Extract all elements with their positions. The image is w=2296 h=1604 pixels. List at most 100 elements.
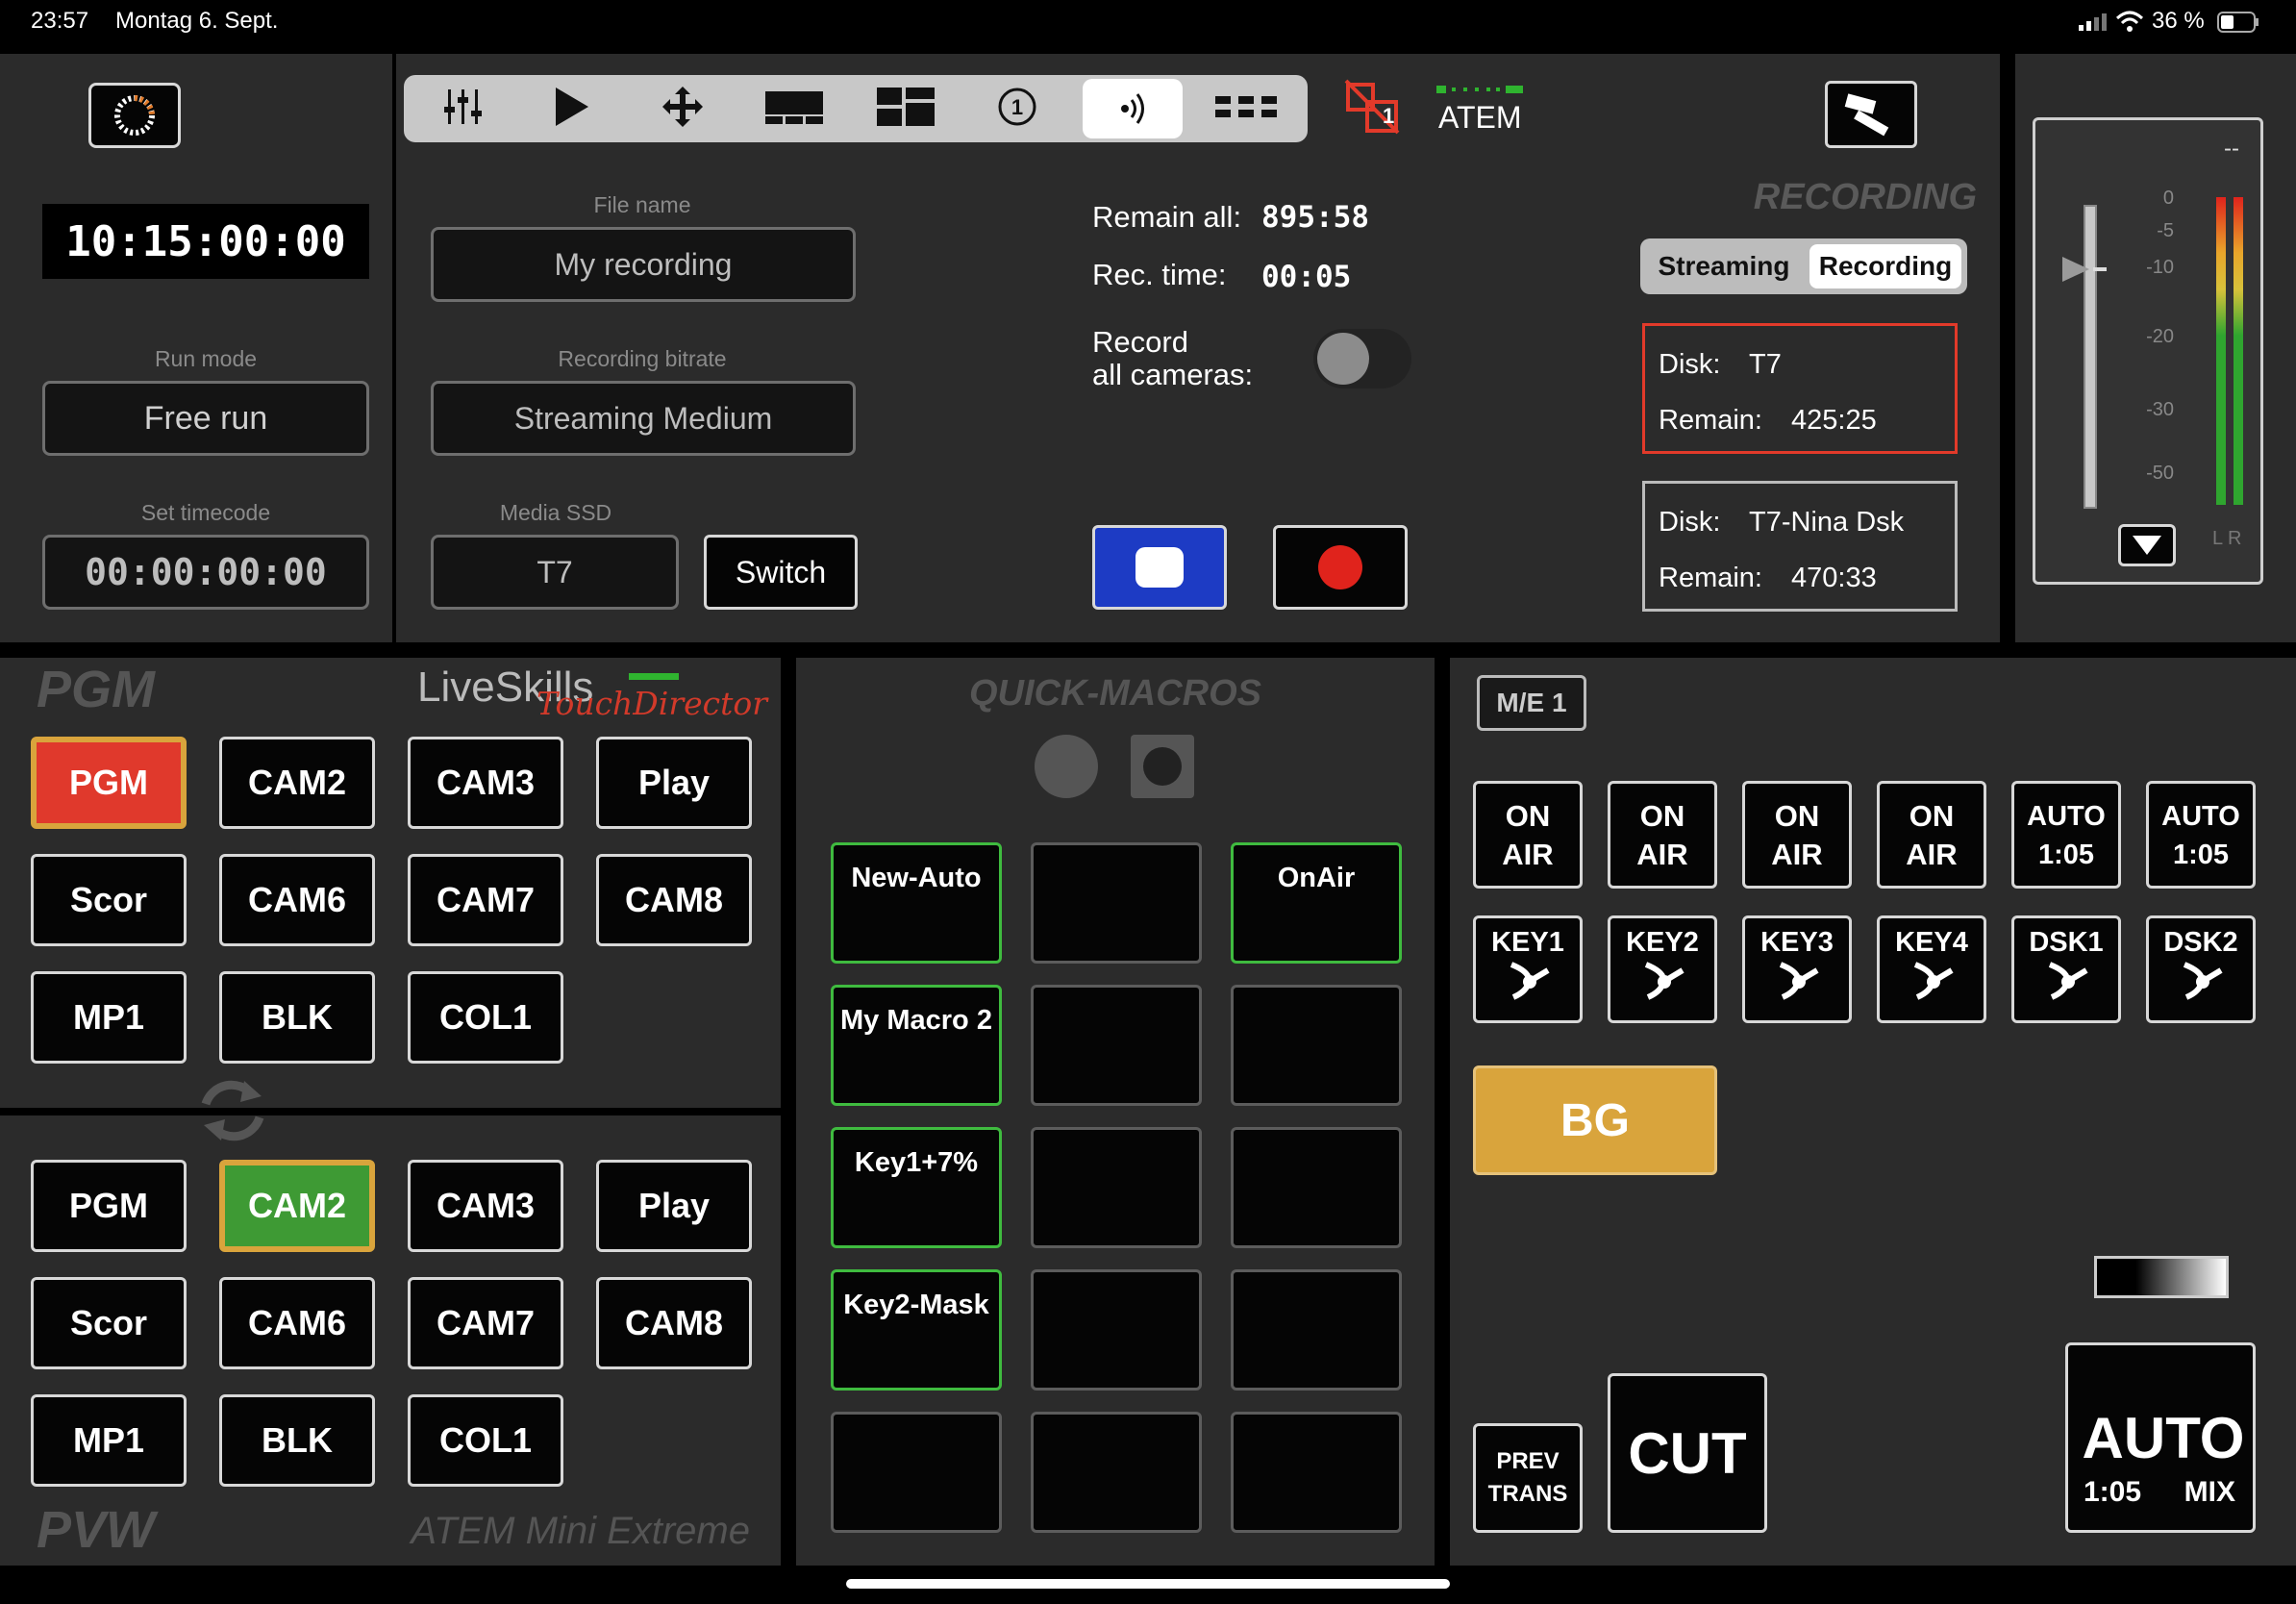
disk1-name: T7 bbox=[1749, 349, 1782, 380]
cut-button[interactable]: CUT bbox=[1608, 1373, 1767, 1533]
keyer-on-air-button[interactable]: ON AIR bbox=[1608, 781, 1717, 889]
pvw-source-cam3[interactable]: CAM3 bbox=[408, 1160, 563, 1252]
pgm-source-mp1[interactable]: MP1 bbox=[31, 971, 187, 1064]
bg-button[interactable]: BG bbox=[1473, 1065, 1717, 1175]
keyer-auto-button[interactable]: AUTO 1:05 bbox=[2146, 781, 2256, 889]
more-dots-icon[interactable] bbox=[1194, 75, 1300, 138]
keyer-key3-button[interactable]: KEY3 bbox=[1742, 915, 1852, 1023]
pvw-source-col1[interactable]: COL1 bbox=[408, 1394, 563, 1487]
mixer-sliders-icon[interactable] bbox=[415, 75, 512, 138]
keyer-on-air-button[interactable]: ON AIR bbox=[1742, 781, 1852, 889]
switch-media-button[interactable]: Switch bbox=[704, 535, 858, 610]
db-50: -50 bbox=[2146, 463, 2174, 484]
pvw-source-cam2-active[interactable]: CAM2 bbox=[219, 1160, 375, 1252]
media-ssd-field[interactable]: T7 bbox=[431, 535, 679, 610]
timecode-display: 10:15:00:00 bbox=[42, 204, 369, 279]
stream-broadcast-icon[interactable] bbox=[1083, 79, 1183, 138]
pvw-source-play[interactable]: Play bbox=[596, 1160, 752, 1252]
macro-empty-slot[interactable] bbox=[1031, 842, 1202, 964]
macro-key1-7-[interactable]: Key1+7% bbox=[831, 1127, 1002, 1248]
macro-empty-slot[interactable] bbox=[1031, 985, 1202, 1106]
record-button[interactable] bbox=[1273, 525, 1408, 610]
keyer-transition-icon bbox=[1476, 961, 1580, 1012]
file-name-input[interactable]: My recording bbox=[431, 227, 856, 302]
macro-empty-slot[interactable] bbox=[1031, 1412, 1202, 1533]
pvw-source-cam6[interactable]: CAM6 bbox=[219, 1277, 375, 1369]
keyer-transition-icon bbox=[2014, 961, 2118, 1012]
macro-empty-slot[interactable] bbox=[1231, 985, 1402, 1106]
switcher-name: ATEM bbox=[1438, 100, 1522, 135]
macro-empty-slot[interactable] bbox=[831, 1412, 1002, 1533]
keyer-transition-icon bbox=[2149, 961, 2253, 1012]
pvw-source-blk[interactable]: BLK bbox=[219, 1394, 375, 1487]
pvw-source-cam8[interactable]: CAM8 bbox=[596, 1277, 752, 1369]
macro-empty-slot[interactable] bbox=[1231, 1127, 1402, 1248]
disk-card-2[interactable]: Disk: T7-Nina Dsk Remain: 470:33 bbox=[1642, 481, 1958, 612]
disk2-name: T7-Nina Dsk bbox=[1749, 507, 1905, 538]
stop-button[interactable] bbox=[1092, 525, 1227, 610]
macro-empty-slot[interactable] bbox=[1031, 1269, 1202, 1391]
tools-button[interactable] bbox=[1825, 81, 1917, 148]
button-line-2: AIR bbox=[1906, 838, 1958, 871]
me-select-button[interactable]: M/E 1 bbox=[1477, 675, 1586, 731]
tab-streaming[interactable]: Streaming bbox=[1646, 244, 1802, 288]
keyer-label: KEY2 bbox=[1626, 927, 1699, 958]
set-timecode-field[interactable]: 00:00:00:00 bbox=[42, 535, 369, 610]
tab-recording[interactable]: Recording bbox=[1809, 244, 1961, 288]
switcher-connection-button[interactable]: 1 bbox=[1342, 77, 1411, 137]
pvw-source-cam7[interactable]: CAM7 bbox=[408, 1277, 563, 1369]
db-10: -10 bbox=[2146, 257, 2174, 278]
pvw-source-pgm[interactable]: PGM bbox=[31, 1160, 187, 1252]
pgm-source-cam7[interactable]: CAM7 bbox=[408, 854, 563, 946]
pgm-source-col1[interactable]: COL1 bbox=[408, 971, 563, 1064]
record-all-toggle[interactable] bbox=[1313, 329, 1411, 388]
play-icon[interactable] bbox=[523, 75, 619, 138]
keyer-auto-button[interactable]: AUTO 1:05 bbox=[2011, 781, 2121, 889]
keyer-on-air-button[interactable]: ON AIR bbox=[1877, 781, 1986, 889]
remain-all-label: Remain all: bbox=[1092, 200, 1242, 234]
keyer-dsk2-button[interactable]: DSK2 bbox=[2146, 915, 2256, 1023]
keyer-key1-button[interactable]: KEY1 bbox=[1473, 915, 1583, 1023]
keyer-key4-button[interactable]: KEY4 bbox=[1877, 915, 1986, 1023]
keyer-label: KEY1 bbox=[1491, 927, 1564, 958]
macro-record-button[interactable] bbox=[1035, 735, 1098, 798]
keyer-on-air-button[interactable]: ON AIR bbox=[1473, 781, 1583, 889]
timecode-settings-button[interactable] bbox=[88, 83, 181, 148]
audio-expand-button[interactable] bbox=[2118, 524, 2176, 566]
layout-grid-icon[interactable] bbox=[858, 75, 954, 138]
pgm-source-scor[interactable]: Scor bbox=[31, 854, 187, 946]
macro-empty-slot[interactable] bbox=[1231, 1412, 1402, 1533]
bitrate-select[interactable]: Streaming Medium bbox=[431, 381, 856, 456]
keyer-key2-button[interactable]: KEY2 bbox=[1608, 915, 1717, 1023]
macro-new-auto[interactable]: New-Auto bbox=[831, 842, 1002, 964]
macro-onair[interactable]: OnAir bbox=[1231, 842, 1402, 964]
swap-pgm-pvw-button[interactable] bbox=[194, 1075, 271, 1146]
macro-empty-slot[interactable] bbox=[1231, 1269, 1402, 1391]
pvw-title: PVW bbox=[37, 1501, 156, 1559]
pgm-source-cam3[interactable]: CAM3 bbox=[408, 737, 563, 829]
move-arrows-icon[interactable] bbox=[635, 75, 731, 138]
macro-empty-slot[interactable] bbox=[1031, 1127, 1202, 1248]
macro-my-macro-2[interactable]: My Macro 2 bbox=[831, 985, 1002, 1106]
prev-trans-button[interactable]: PREV TRANS bbox=[1473, 1423, 1583, 1533]
pvw-source-scor[interactable]: Scor bbox=[31, 1277, 187, 1369]
pgm-source-play[interactable]: Play bbox=[596, 737, 752, 829]
pgm-source-pgm-active[interactable]: PGM bbox=[31, 737, 187, 829]
multiview-icon[interactable] bbox=[746, 75, 842, 138]
pgm-title: PGM bbox=[37, 661, 156, 718]
run-mode-select[interactable]: Free run bbox=[42, 381, 369, 456]
number-one-icon[interactable]: 1 bbox=[969, 75, 1065, 138]
pgm-source-cam8[interactable]: CAM8 bbox=[596, 854, 752, 946]
fader-handle[interactable] bbox=[2060, 255, 2109, 284]
auto-button[interactable]: AUTO 1:05 MIX bbox=[2065, 1342, 2256, 1533]
disk-card-1[interactable]: Disk: T7 Remain: 425:25 bbox=[1642, 323, 1958, 454]
transition-preview-slider[interactable] bbox=[2094, 1256, 2229, 1298]
macro-stop-button[interactable] bbox=[1131, 735, 1194, 798]
pgm-source-cam2[interactable]: CAM2 bbox=[219, 737, 375, 829]
pvw-source-mp1[interactable]: MP1 bbox=[31, 1394, 187, 1487]
disk2-remain: 470:33 bbox=[1791, 563, 1877, 593]
keyer-dsk1-button[interactable]: DSK1 bbox=[2011, 915, 2121, 1023]
pgm-source-cam6[interactable]: CAM6 bbox=[219, 854, 375, 946]
macro-key2-mask[interactable]: Key2-Mask bbox=[831, 1269, 1002, 1391]
pgm-source-blk[interactable]: BLK bbox=[219, 971, 375, 1064]
